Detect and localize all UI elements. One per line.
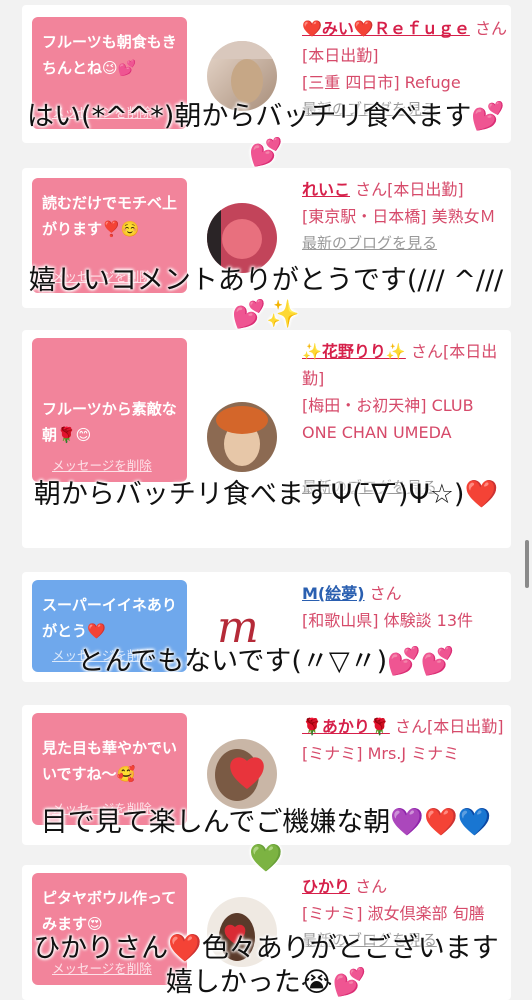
reply-caption: ひかりさん❤️色々ありがとございます <box>33 933 499 964</box>
sender-name-link[interactable]: ✨花野りり✨ <box>302 342 406 361</box>
message-text: フルーツから素敵な朝🌹😊 <box>42 400 177 444</box>
sender-status: さん <box>369 584 402 603</box>
sender-info: 🌹あかり🌹 さん[本日出勤] [ミナミ] Mrs.J ミナミ <box>302 713 507 767</box>
message-text: フルーツも朝食もきちんとね😉💕 <box>42 33 177 77</box>
reply-caption: はい(*^^*)朝からバッチリ食べます💕 <box>27 101 505 132</box>
sender-area[interactable]: [ミナミ] Mrs.J ミナミ <box>302 740 507 767</box>
message-text: 見た目も華やかでいいですね〜🥰 <box>42 739 178 783</box>
reply-caption: とんでもないです(〃▽〃)💕💕 <box>77 646 455 677</box>
message-bubble: フルーツから素敵な朝🌹😊 メッセージを削除 <box>32 338 187 482</box>
message-text: スーパーイイネありがとう❤️ <box>42 596 177 640</box>
reply-caption: 朝からバッチリ食べますΨ( ̄∇ ̄)Ψ☆)❤️ <box>33 479 499 510</box>
reply-caption: 目で見て楽しんでご機嫌な朝💜❤️💙 <box>40 807 492 838</box>
sender-info: ✨花野りり✨ さん[本日出勤] [梅田・お初天神] CLUB ONE CHAN … <box>302 338 507 501</box>
latest-blog-link[interactable]: 最新のブログを見る <box>302 230 507 257</box>
sender-status: さん[本日出勤] <box>355 180 464 199</box>
reply-caption: 嬉しいコメントありがとうです(/// ^/// <box>28 265 504 296</box>
sender-name-link[interactable]: M(絵夢) <box>302 584 365 603</box>
avatar[interactable] <box>207 402 277 472</box>
sender-info: れいこ さん[本日出勤] [東京駅・日本橋] 美熟女Ｍ 最新のブログを見る <box>302 176 507 257</box>
reply-caption: 嬉しかった😭💕 <box>165 967 367 998</box>
sender-name-link[interactable]: ❤️みい❤️Ｒｅｆｕｇｅ <box>302 19 470 38</box>
avatar[interactable] <box>207 203 277 273</box>
sender-area[interactable]: [東京駅・日本橋] 美熟女Ｍ <box>302 203 507 230</box>
avatar-photo <box>215 749 264 801</box>
sender-info: M(絵夢) さん [和歌山県] 体験談 13件 <box>302 580 507 634</box>
sender-status: さん[本日出勤] <box>394 717 504 736</box>
comment-card: フルーツから素敵な朝🌹😊 メッセージを削除 ✨花野りり✨ さん[本日出勤] [梅… <box>22 330 511 548</box>
avatar[interactable] <box>207 739 277 809</box>
sender-area[interactable]: [和歌山県] 体験談 13件 <box>302 607 507 634</box>
sender-area[interactable]: [ミナミ] 淑女倶楽部 旬膳 <box>302 900 507 927</box>
reply-caption-emoji: 💚 <box>249 843 283 874</box>
sender-area[interactable]: [梅田・お初天神] CLUB ONE CHAN UMEDA <box>302 392 507 446</box>
message-text: 読むだけでモチベ上がります❣️☺️ <box>42 194 178 238</box>
avatar-photo <box>207 203 262 273</box>
message-text: ピタヤボウル作ってみます😍 <box>42 889 177 933</box>
reply-caption-emoji: 💕 <box>249 137 283 168</box>
reply-caption-emoji: 💕✨ <box>232 299 300 330</box>
sender-name-link[interactable]: 🌹あかり🌹 <box>302 717 390 736</box>
sender-status: さん <box>355 877 388 896</box>
delete-message-link[interactable]: メッセージを削除 <box>52 455 152 474</box>
sender-name-link[interactable]: れいこ <box>302 180 350 199</box>
sender-area[interactable]: [三重 四日市] Refuge <box>302 69 507 96</box>
avatar-photo <box>216 406 268 466</box>
sender-name-link[interactable]: ひかり <box>302 877 350 896</box>
scrollbar[interactable] <box>525 540 529 588</box>
